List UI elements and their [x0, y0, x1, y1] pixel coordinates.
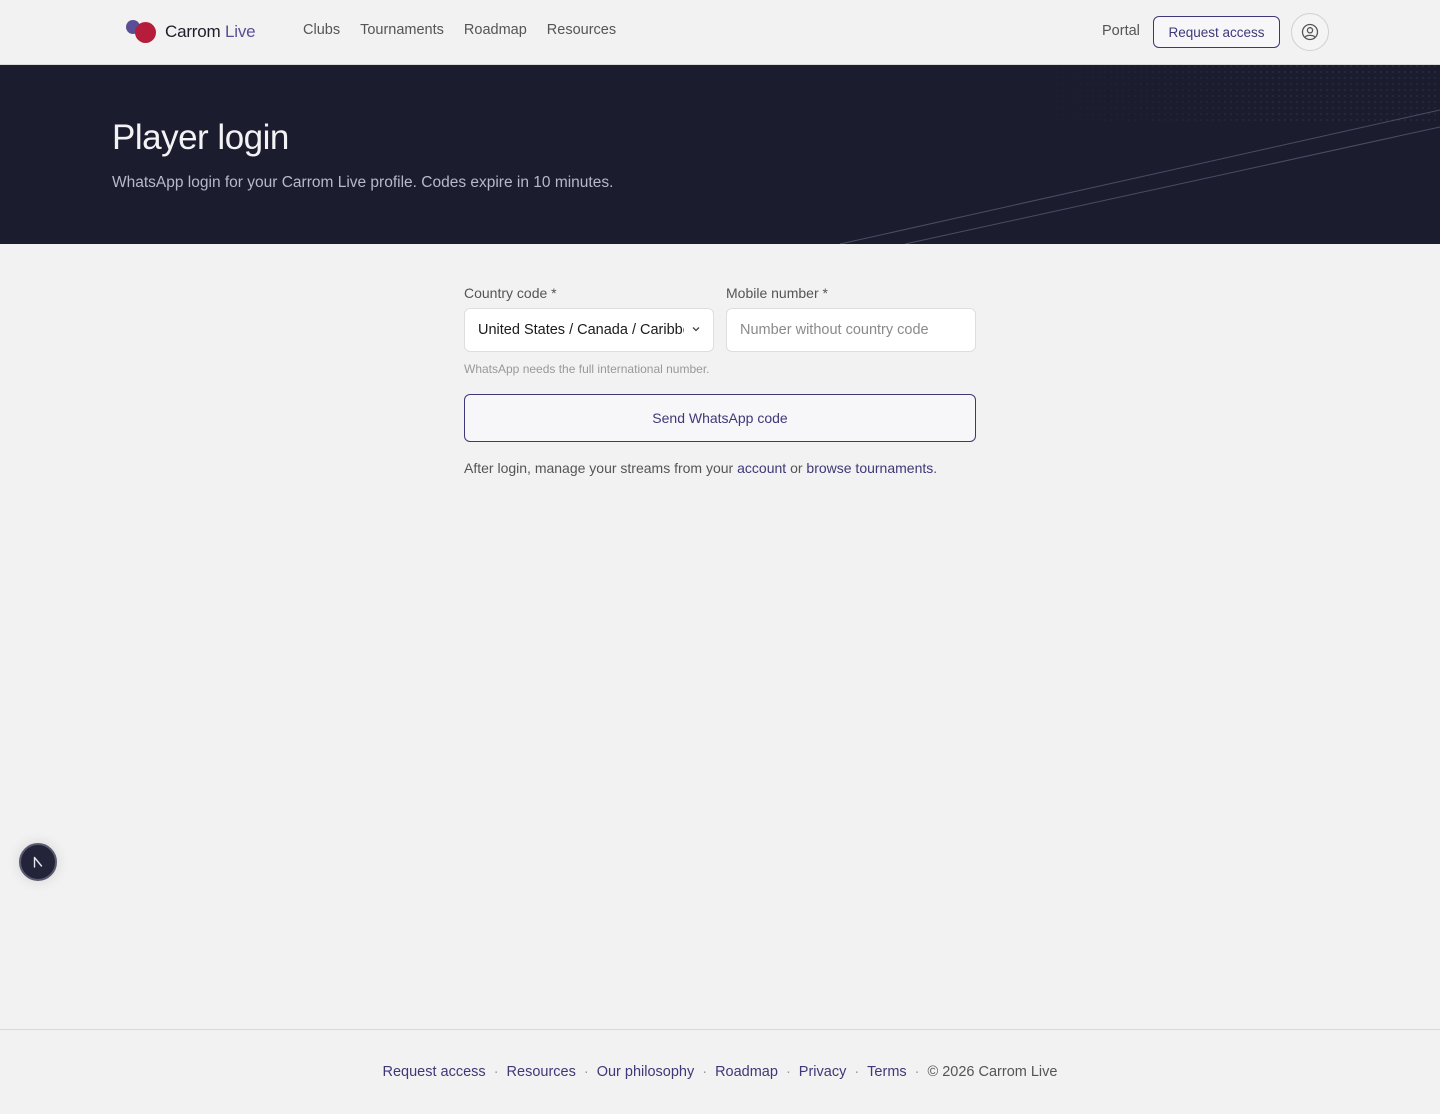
nav-link-roadmap[interactable]: Roadmap: [464, 22, 527, 38]
main-nav: Clubs Tournaments Roadmap Resources: [303, 22, 616, 38]
footer-link-roadmap[interactable]: Roadmap: [715, 1064, 778, 1080]
brand-name-part2: Live: [225, 22, 256, 41]
mobile-number-label: Mobile number *: [726, 285, 828, 301]
footer-link-terms[interactable]: Terms: [867, 1064, 906, 1080]
page-hero: Player login WhatsApp login for your Car…: [0, 65, 1440, 244]
portal-link[interactable]: Portal: [1102, 23, 1140, 39]
page-title: Player login: [112, 118, 289, 157]
user-account-button[interactable]: [1291, 13, 1329, 51]
send-whatsapp-code-button[interactable]: Send WhatsApp code: [464, 394, 976, 442]
site-footer: Request access · Resources · Our philosophy ·…: [0, 1029, 1440, 1114]
browse-tournaments-link[interactable]: browse tournaments: [806, 460, 933, 476]
cursor-arrow-icon: [33, 856, 43, 868]
after-login-prefix: After login, manage your streams from yo…: [464, 460, 734, 476]
floating-action-button[interactable]: [19, 843, 57, 881]
nav-link-tournaments[interactable]: Tournaments: [360, 22, 444, 38]
footer-link-resources[interactable]: Resources: [507, 1064, 576, 1080]
footer-link-privacy[interactable]: Privacy: [799, 1064, 847, 1080]
request-access-button[interactable]: Request access: [1153, 16, 1280, 48]
after-login-middle: or: [790, 460, 803, 476]
nav-link-resources[interactable]: Resources: [547, 22, 616, 38]
chevron-down-icon: [692, 327, 700, 332]
footer-copyright: © 2026 Carrom Live: [927, 1064, 1058, 1080]
after-login-suffix: .: [933, 460, 938, 476]
footer-link-our-philosophy[interactable]: Our philosophy: [597, 1064, 695, 1080]
brand-logo[interactable]: Carrom Live: [126, 18, 256, 46]
brand-name: Carrom Live: [165, 22, 256, 42]
page-subtitle: WhatsApp login for your Carrom Live prof…: [112, 174, 614, 191]
carrom-logo-icon: [126, 18, 158, 46]
account-link[interactable]: account: [737, 460, 786, 476]
country-code-select[interactable]: United States / Canada / Caribbean (+1): [464, 308, 714, 352]
top-navigation-bar: Carrom Live Clubs Tournaments Roadmap Re…: [0, 0, 1440, 65]
country-code-value: United States / Canada / Caribbean (+1): [478, 322, 684, 338]
nav-link-clubs[interactable]: Clubs: [303, 22, 340, 38]
brand-name-part1: Carrom: [165, 22, 221, 41]
mobile-number-input[interactable]: [726, 308, 976, 352]
user-circle-icon: [1301, 23, 1319, 41]
footer-links: Request access · Resources · Our philosophy ·…: [382, 1064, 1058, 1080]
international-number-hint: WhatsApp needs the full international nu…: [464, 362, 710, 376]
country-code-label: Country code *: [464, 285, 557, 301]
footer-link-request-access[interactable]: Request access: [383, 1064, 486, 1080]
after-login-text: After login, manage your streams from yo…: [464, 460, 937, 476]
